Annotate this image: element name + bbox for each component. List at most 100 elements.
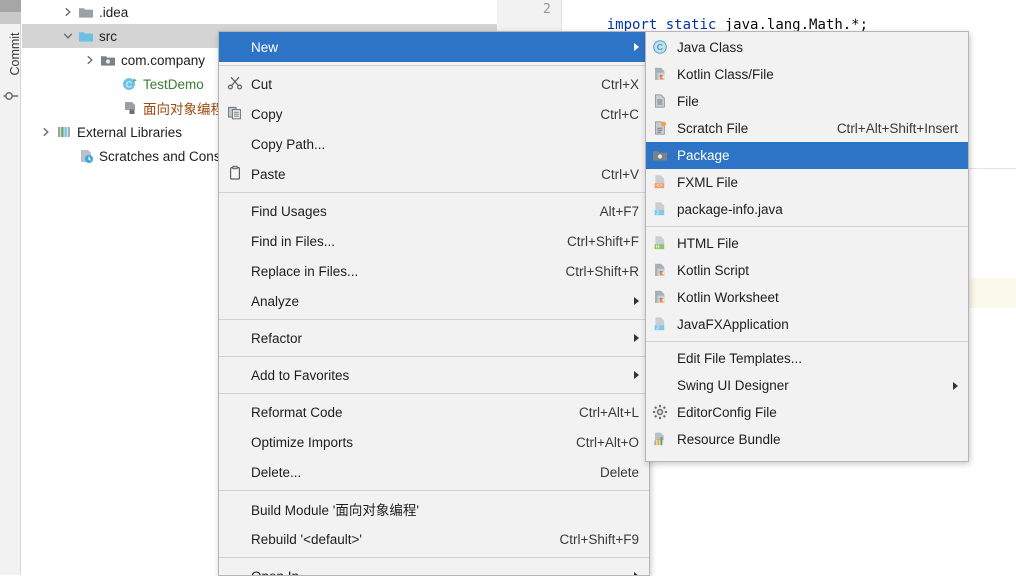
submenu-icon-placeholder (652, 350, 670, 368)
submenu-separator (646, 341, 968, 342)
context-menu-item[interactable]: Delete...Delete (219, 457, 649, 487)
context-menu-item-label: Rebuild '<default>' (251, 532, 539, 547)
context-menu-item-label: Copy (251, 107, 580, 122)
submenu-item[interactable]: Package (646, 142, 968, 169)
context-menu-item-shortcut: Ctrl+Shift+F9 (559, 532, 639, 547)
new-submenu[interactable]: CJava ClassKotlin Class/FileFileScratch … (645, 31, 969, 462)
submenu-item-label: HTML File (677, 236, 958, 251)
tree-item-label: .idea (99, 5, 128, 20)
submenu-item[interactable]: Edit File Templates... (646, 345, 968, 372)
submenu-bottom-padding (646, 453, 968, 459)
context-menu-item-shortcut: Ctrl+Shift+R (565, 264, 639, 279)
context-menu-item-label: Cut (251, 77, 581, 92)
context-menu-item[interactable]: Build Module '面向对象编程' (219, 494, 649, 524)
kotlin-file-icon (652, 262, 670, 280)
submenu-item[interactable]: Jpackage-info.java (646, 196, 968, 223)
java-file-icon: J (652, 201, 670, 219)
copy-icon (227, 105, 245, 123)
context-menu-item-label: Refactor (251, 331, 620, 346)
submenu-item[interactable]: Scratch File Ctrl+Alt+Shift+Insert (646, 115, 968, 142)
menu-icon-placeholder (227, 366, 245, 384)
chevron-right-icon[interactable] (40, 126, 53, 139)
context-menu-item-label: Paste (251, 167, 581, 182)
commit-icon[interactable] (3, 88, 19, 104)
chevron-right-icon[interactable] (84, 54, 97, 67)
menu-separator (219, 192, 649, 193)
context-menu-item-label: Optimize Imports (251, 435, 556, 450)
chevron-down-icon[interactable] (62, 30, 75, 43)
line-number: 2 (543, 1, 551, 17)
submenu-arrow-icon (634, 43, 639, 51)
submenu-item[interactable]: Kotlin Script (646, 257, 968, 284)
submenu-arrow-icon (634, 334, 639, 342)
resource-bundle-icon (652, 431, 670, 449)
context-menu-item[interactable]: Analyze (219, 286, 649, 316)
submenu-item-label: Package (677, 148, 958, 163)
context-menu-item-label: Add to Favorites (251, 368, 620, 383)
tree-item-label: src (99, 29, 117, 44)
context-menu-item-label: Replace in Files... (251, 264, 545, 279)
submenu-item[interactable]: Swing UI Designer (646, 372, 968, 399)
submenu-item[interactable]: JJavaFXApplication (646, 311, 968, 338)
submenu-item-label: Swing UI Designer (677, 378, 941, 393)
project-context-menu[interactable]: NewCutCtrl+XCopyCtrl+CCopy Path...PasteC… (218, 31, 650, 576)
context-menu-item-shortcut: Ctrl+X (601, 77, 639, 92)
context-menu-item[interactable]: Find in Files...Ctrl+Shift+F (219, 226, 649, 256)
context-menu-item-shortcut: Ctrl+Alt+L (579, 405, 639, 420)
submenu-item-label: Edit File Templates... (677, 351, 958, 366)
submenu-item-label: Java Class (677, 40, 958, 55)
menu-icon-placeholder (227, 202, 245, 220)
submenu-item[interactable]: H HTML File (646, 230, 968, 257)
iml-file-icon (122, 100, 138, 116)
submenu-item[interactable]: CJava Class (646, 34, 968, 61)
chevron-right-icon[interactable] (62, 6, 75, 19)
tree-row[interactable]: .idea (22, 0, 497, 24)
submenu-item-shortcut: Ctrl+Alt+Shift+Insert (837, 121, 958, 136)
context-menu-item[interactable]: Reformat CodeCtrl+Alt+L (219, 397, 649, 427)
scratch-file-icon (652, 120, 670, 138)
context-menu-item[interactable]: New (219, 32, 649, 62)
tree-arrow-placeholder (62, 150, 75, 163)
menu-icon-placeholder (227, 262, 245, 280)
context-menu-item[interactable]: Replace in Files... Ctrl+Shift+R (219, 256, 649, 286)
context-menu-item[interactable]: Refactor (219, 323, 649, 353)
html-file-icon: H (652, 235, 670, 253)
context-menu-item-shortcut: Ctrl+Shift+F (567, 234, 639, 249)
submenu-item[interactable]: EditorConfig File (646, 399, 968, 426)
submenu-item[interactable]: Kotlin Class/File (646, 61, 968, 88)
context-menu-item[interactable]: Rebuild '<default>' Ctrl+Shift+F9 (219, 524, 649, 554)
submenu-item[interactable]: Kotlin Worksheet (646, 284, 968, 311)
context-menu-item[interactable]: Copy Path... (219, 129, 649, 159)
file-icon (652, 93, 670, 111)
svg-text:<>: <> (656, 183, 662, 189)
tree-arrow-placeholder (106, 78, 119, 91)
context-menu-item-shortcut: Ctrl+C (600, 107, 639, 122)
submenu-item[interactable]: File (646, 88, 968, 115)
clipboard-icon (227, 165, 245, 183)
submenu-item-label: FXML File (677, 175, 958, 190)
package-icon (100, 52, 116, 68)
context-menu-item[interactable]: Open In (219, 561, 649, 576)
gear-icon (652, 404, 670, 422)
submenu-item-label: Kotlin Script (677, 263, 958, 278)
submenu-item[interactable]: Resource Bundle (646, 426, 968, 453)
context-menu-item-shortcut: Ctrl+Alt+O (576, 435, 639, 450)
context-menu-item[interactable]: Cut Ctrl+X (219, 69, 649, 99)
submenu-icon-placeholder (652, 377, 670, 395)
tree-item-label: TestDemo (143, 77, 204, 92)
context-menu-item[interactable]: Copy Ctrl+C (219, 99, 649, 129)
menu-icon-placeholder (227, 500, 245, 518)
menu-separator (219, 393, 649, 394)
submenu-arrow-icon (634, 297, 639, 305)
context-menu-item[interactable]: PasteCtrl+V (219, 159, 649, 189)
context-menu-item[interactable]: Optimize Imports Ctrl+Alt+O (219, 427, 649, 457)
kotlin-file-icon (652, 66, 670, 84)
submenu-item[interactable]: <> FXML File (646, 169, 968, 196)
context-menu-item-label: Delete... (251, 465, 580, 480)
submenu-arrow-icon (953, 382, 958, 390)
svg-text:H: H (656, 244, 660, 250)
context-menu-item[interactable]: Add to Favorites (219, 360, 649, 390)
context-menu-item[interactable]: Find UsagesAlt+F7 (219, 196, 649, 226)
java-class-run-icon: C (122, 76, 138, 92)
submenu-item-label: Scratch File (677, 121, 819, 136)
